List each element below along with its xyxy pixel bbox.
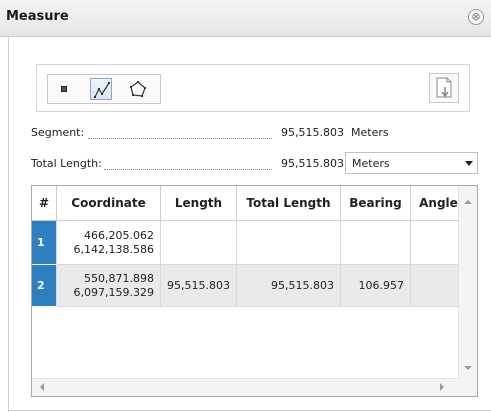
column-header-length[interactable]: Length [160,186,237,221]
polygon-tool-icon [130,81,146,97]
line-tool-button[interactable] [90,78,112,100]
measure-toolbar [36,64,470,112]
coordinate-cell: 466,205.062 6,142,138.586 [56,220,161,265]
column-header-coordinate[interactable]: Coordinate [56,186,161,221]
total-length-cell [236,220,341,265]
segment-leader-dots [88,137,272,139]
table-row[interactable]: 2 550,871.898 6,097,159.329 95,515.803 9… [32,264,467,307]
bearing-cell [340,220,411,265]
total-length-cell: 95,515.803 [236,264,341,307]
segment-label: Segment: [31,126,85,139]
close-icon[interactable]: ⊗ [468,9,484,25]
coordinate-x: 466,205.062 [84,228,154,242]
total-length-leader-dots [104,168,272,170]
chevron-down-icon [465,161,473,166]
row-number[interactable]: 2 [32,264,57,307]
length-cell [160,220,237,265]
coordinate-x: 550,871.898 [84,271,154,285]
vertical-scrollbar[interactable] [458,186,477,396]
coordinate-cell: 550,871.898 6,097,159.329 [56,264,161,307]
column-header-total-length[interactable]: Total Length [236,186,341,221]
row-number[interactable]: 1 [32,220,57,265]
segment-value: 95,515.803 [281,126,344,139]
window-title: Measure [6,9,69,24]
table-header-row: # Coordinate Length Total Length Bearing… [32,186,467,221]
coordinate-y: 6,142,138.586 [73,242,154,256]
title-bar: Measure ⊗ [0,0,491,37]
total-length-unit-select[interactable]: Meters [345,152,478,174]
line-tool-icon [94,82,110,98]
export-icon [436,77,452,98]
unit-select-value: Meters [352,157,390,170]
column-header-bearing[interactable]: Bearing [340,186,411,221]
column-header-number[interactable]: # [32,186,57,221]
coordinate-y: 6,097,159.329 [73,285,154,299]
scroll-up-icon[interactable] [464,200,472,204]
measure-tool-group [47,74,161,104]
polygon-tool-button[interactable] [127,78,149,100]
panel-border-bottom [8,410,491,411]
table-row[interactable]: 1 466,205.062 6,142,138.586 [32,220,467,265]
total-length-value: 95,515.803 [281,157,344,170]
measurement-grid: # Coordinate Length Total Length Bearing… [31,185,478,397]
scroll-down-icon[interactable] [464,366,472,370]
bearing-cell: 106.957 [340,264,411,307]
horizontal-scrollbar[interactable] [32,378,460,396]
segment-unit: Meters [351,126,389,139]
export-button[interactable] [429,73,459,103]
length-cell: 95,515.803 [160,264,237,307]
scroll-left-icon[interactable] [40,383,44,391]
scroll-right-icon[interactable] [440,383,444,391]
total-length-label: Total Length: [31,157,102,170]
point-tool-button[interactable] [53,78,75,100]
point-tool-icon [61,86,67,92]
panel-border-left [8,37,9,412]
measurement-table: # Coordinate Length Total Length Bearing… [32,186,467,307]
